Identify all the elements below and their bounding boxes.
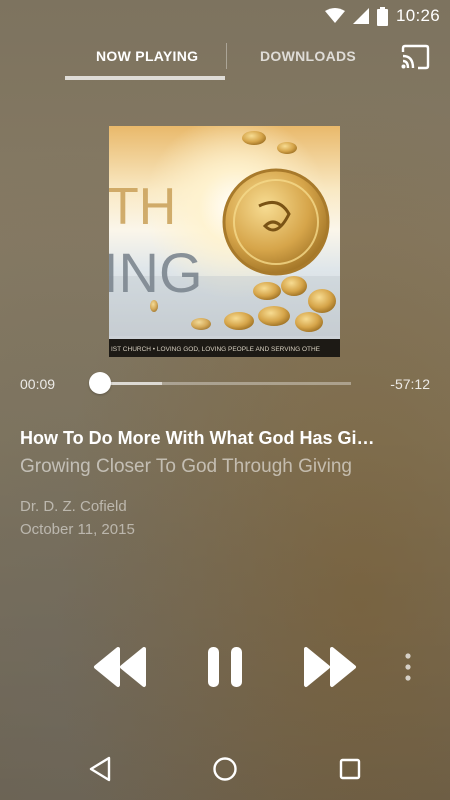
more-vertical-icon[interactable]: [400, 652, 416, 682]
tab-downloads[interactable]: DOWNLOADS: [260, 48, 356, 64]
episode-title: How To Do More With What God Has Gi…: [20, 428, 375, 448]
seek-thumb[interactable]: [88, 372, 111, 394]
remaining-time: -57:12: [390, 376, 430, 392]
status-bar: 10:26: [0, 0, 450, 32]
tab-divider: [226, 43, 227, 69]
artwork-caption: IST CHURCH • LOVING GOD, LOVING PEOPLE A…: [111, 346, 321, 353]
recents-icon[interactable]: [338, 757, 362, 781]
seek-bar[interactable]: [99, 382, 351, 385]
tab-now-playing[interactable]: NOW PLAYING: [96, 48, 198, 64]
speaker-name: Dr. D. Z. Cofield: [20, 498, 127, 515]
rewind-icon[interactable]: [92, 646, 148, 688]
cell-signal-icon: [352, 8, 369, 24]
cast-icon[interactable]: [400, 44, 430, 70]
status-icons: 10:26: [324, 6, 440, 26]
elapsed-time: 00:09: [20, 376, 56, 392]
artwork-letters-top: TH: [109, 178, 176, 236]
status-time: 10:26: [395, 6, 440, 25]
fast-forward-icon[interactable]: [302, 646, 358, 688]
series-title: Growing Closer To God Through Giving: [20, 456, 352, 477]
artwork-image: TH ING IST CHURCH • LOVING GOD, LOVING P…: [109, 126, 340, 357]
home-icon[interactable]: [212, 756, 238, 782]
episode-date: October 11, 2015: [20, 521, 135, 538]
artwork-letters-bottom: ING: [109, 241, 203, 304]
system-nav-bar: [0, 740, 450, 800]
album-artwork: TH ING IST CHURCH • LOVING GOD, LOVING P…: [109, 126, 340, 357]
battery-icon: [376, 6, 388, 26]
back-icon[interactable]: [88, 756, 112, 782]
active-tab-indicator: [65, 76, 225, 80]
tab-bar: NOW PLAYING DOWNLOADS: [0, 32, 450, 84]
wifi-icon: [324, 8, 345, 23]
pause-icon[interactable]: [205, 646, 245, 688]
